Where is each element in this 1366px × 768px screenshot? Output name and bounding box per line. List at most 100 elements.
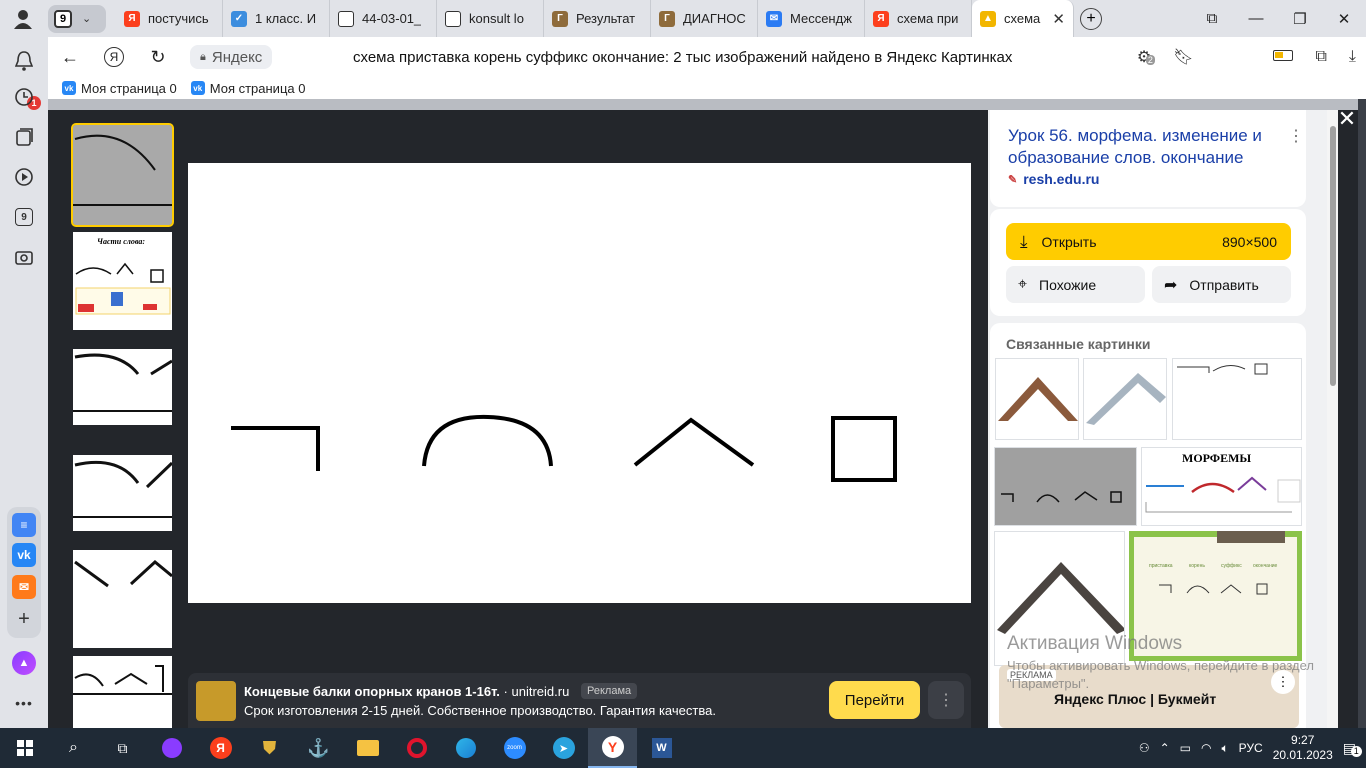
opera-icon[interactable] xyxy=(392,728,441,768)
close-window-icon[interactable]: ✕ xyxy=(1322,10,1366,28)
notification-count: 1 xyxy=(1350,745,1362,757)
site-chip[interactable]: 🔒︎ Яндекс xyxy=(190,45,273,69)
share-button[interactable]: ➦ Отправить xyxy=(1152,266,1291,303)
thumbnail-item[interactable] xyxy=(73,349,172,425)
battery-icon[interactable] xyxy=(1273,48,1294,66)
thumbnail-item[interactable] xyxy=(73,550,172,648)
battery-tray-icon[interactable]: ▭ xyxy=(1180,741,1191,755)
tabs-counter-button[interactable]: 9 ⌄ xyxy=(48,4,106,33)
more-vertical-icon[interactable]: ⋮ xyxy=(928,681,964,719)
bookmark-item[interactable]: vk Моя страница 0 xyxy=(62,81,177,96)
main-image[interactable] xyxy=(188,163,971,603)
more-vertical-icon[interactable]: ⋮ xyxy=(1288,126,1304,146)
people-icon[interactable]: ⚇ xyxy=(1139,741,1150,755)
bell-icon[interactable] xyxy=(12,49,36,73)
related-image[interactable] xyxy=(1083,358,1167,440)
tab-item[interactable]: Ясхема при xyxy=(865,0,972,37)
clock-icon xyxy=(15,88,33,106)
tab-item[interactable]: Г Результат xyxy=(544,0,651,37)
back-icon[interactable]: ← xyxy=(48,37,92,77)
play-icon[interactable] xyxy=(12,165,36,189)
ad-title[interactable]: Концевые балки опорных кранов 1-16т. · u… xyxy=(244,684,569,699)
tab-item[interactable]: konsult lo xyxy=(437,0,544,37)
related-caption: МОРФЕМЫ xyxy=(1182,451,1251,465)
tab-item[interactable]: 44-03-01_ xyxy=(330,0,437,37)
related-thumb: МОРФЕМЫ xyxy=(1145,451,1301,513)
tab-item[interactable]: ✓ 1 класс. И xyxy=(223,0,330,37)
tab-item[interactable]: ✉ Мессендж xyxy=(758,0,865,37)
related-image[interactable] xyxy=(1172,358,1302,440)
window-controls: ⧉ — ❐ ✕ xyxy=(1190,0,1366,37)
plus-icon: + xyxy=(1080,7,1102,30)
search-icon[interactable]: ⌕ xyxy=(49,728,98,768)
source-site[interactable]: ✎ resh.edu.ru xyxy=(1008,171,1099,187)
ad-image[interactable] xyxy=(196,681,236,721)
protect-icon[interactable]: ⚙ 2 xyxy=(1137,47,1155,67)
thumbnail-item[interactable] xyxy=(71,123,174,227)
thumbnail-item[interactable] xyxy=(73,455,172,531)
ad-go-button[interactable]: Перейти xyxy=(829,681,920,719)
related-image-selected[interactable] xyxy=(994,447,1137,526)
add-app-icon[interactable]: + xyxy=(12,607,36,631)
minimize-icon[interactable]: — xyxy=(1234,10,1278,27)
clock[interactable]: 9:27 20.01.2023 xyxy=(1273,733,1333,763)
download-icon[interactable]: ⤓ xyxy=(1349,48,1356,66)
telegram-icon[interactable]: ➤ xyxy=(539,728,588,768)
notification-center-icon[interactable]: ▤ 1 xyxy=(1343,740,1362,757)
more-icon[interactable]: ••• xyxy=(12,691,36,715)
bell-icon-svg xyxy=(15,51,33,71)
source-title[interactable]: Урок 56. морфема. изменение и образовани… xyxy=(1008,125,1288,169)
word-icon[interactable]: W xyxy=(637,728,686,768)
extensions-icon[interactable]: ⧉ xyxy=(1315,48,1326,66)
volume-icon[interactable]: 🔈︎ xyxy=(1221,741,1228,756)
yandex-browser-taskbar-icon[interactable]: Y xyxy=(588,728,637,768)
yandex-home-icon[interactable]: Я xyxy=(92,37,136,77)
scrollbar-thumb[interactable] xyxy=(1330,126,1336,386)
thumbnail-item[interactable] xyxy=(73,656,172,728)
close-icon[interactable]: ✕ xyxy=(1334,106,1360,132)
edge-icon[interactable] xyxy=(441,728,490,768)
mail-icon[interactable]: ✉ xyxy=(12,575,36,599)
zoom-icon[interactable]: zoom xyxy=(490,728,539,768)
open-button[interactable]: ⤓ Открыть 890×500 xyxy=(1006,223,1291,260)
source-site-label: resh.edu.ru xyxy=(1023,171,1100,187)
restore-icon[interactable]: ❐ xyxy=(1278,10,1322,28)
collections-icon[interactable]: ⧉ xyxy=(1190,10,1234,27)
file-explorer-icon[interactable] xyxy=(343,728,392,768)
windows-start-icon[interactable] xyxy=(0,728,49,768)
screenshot-icon[interactable] xyxy=(12,245,36,269)
close-icon[interactable]: ✕ xyxy=(1052,10,1065,28)
thumbnail-item[interactable]: Части слова: xyxy=(73,232,172,330)
collections-icon[interactable] xyxy=(12,125,36,149)
language-indicator[interactable]: РУС xyxy=(1239,741,1263,755)
reload-icon[interactable]: ↻ xyxy=(136,37,180,77)
anchor-icon[interactable]: ⚓ xyxy=(294,728,343,768)
related-thumb xyxy=(1001,491,1122,503)
bookmark-icon[interactable]: 🔖︎ xyxy=(1173,47,1193,67)
related-image[interactable] xyxy=(995,358,1079,440)
panel-scrollbar[interactable] xyxy=(1327,110,1338,728)
page-title[interactable]: схема приставка корень суффикс окончание… xyxy=(353,49,1012,66)
tab-item-active[interactable]: ▲ схема п ✕ xyxy=(972,0,1074,37)
tab-item[interactable]: Япостучись xyxy=(116,0,223,37)
thumbnail-caption: Части слова: xyxy=(97,237,145,246)
history-icon[interactable] xyxy=(12,85,36,109)
task-view-icon[interactable]: ⧉ xyxy=(98,728,147,768)
related-thumb xyxy=(1086,373,1166,425)
bookmark-item[interactable]: vk Моя страница 0 xyxy=(190,81,305,96)
yandex-taskbar-icon[interactable]: Я xyxy=(196,728,245,768)
alice-icon[interactable]: ▲ xyxy=(12,651,36,675)
vk-icon[interactable]: vk xyxy=(12,543,36,567)
game-icon[interactable]: ⛊ xyxy=(245,728,294,768)
new-tab-button[interactable]: + xyxy=(1074,0,1108,37)
related-image[interactable]: МОРФЕМЫ xyxy=(1141,447,1302,526)
tabs-icon[interactable]: 9 xyxy=(12,205,36,229)
profile-button[interactable] xyxy=(0,0,46,37)
docs-icon[interactable]: ≡ xyxy=(12,513,36,537)
tab-title: схема при xyxy=(897,11,959,26)
chevron-up-icon[interactable]: ⌃ xyxy=(1160,741,1170,755)
alice-taskbar-icon[interactable] xyxy=(147,728,196,768)
tab-item[interactable]: Г ДИАГНОС xyxy=(651,0,758,37)
wifi-icon[interactable]: ◠ xyxy=(1201,741,1211,755)
similar-button[interactable]: ⌖ Похожие xyxy=(1006,266,1145,303)
